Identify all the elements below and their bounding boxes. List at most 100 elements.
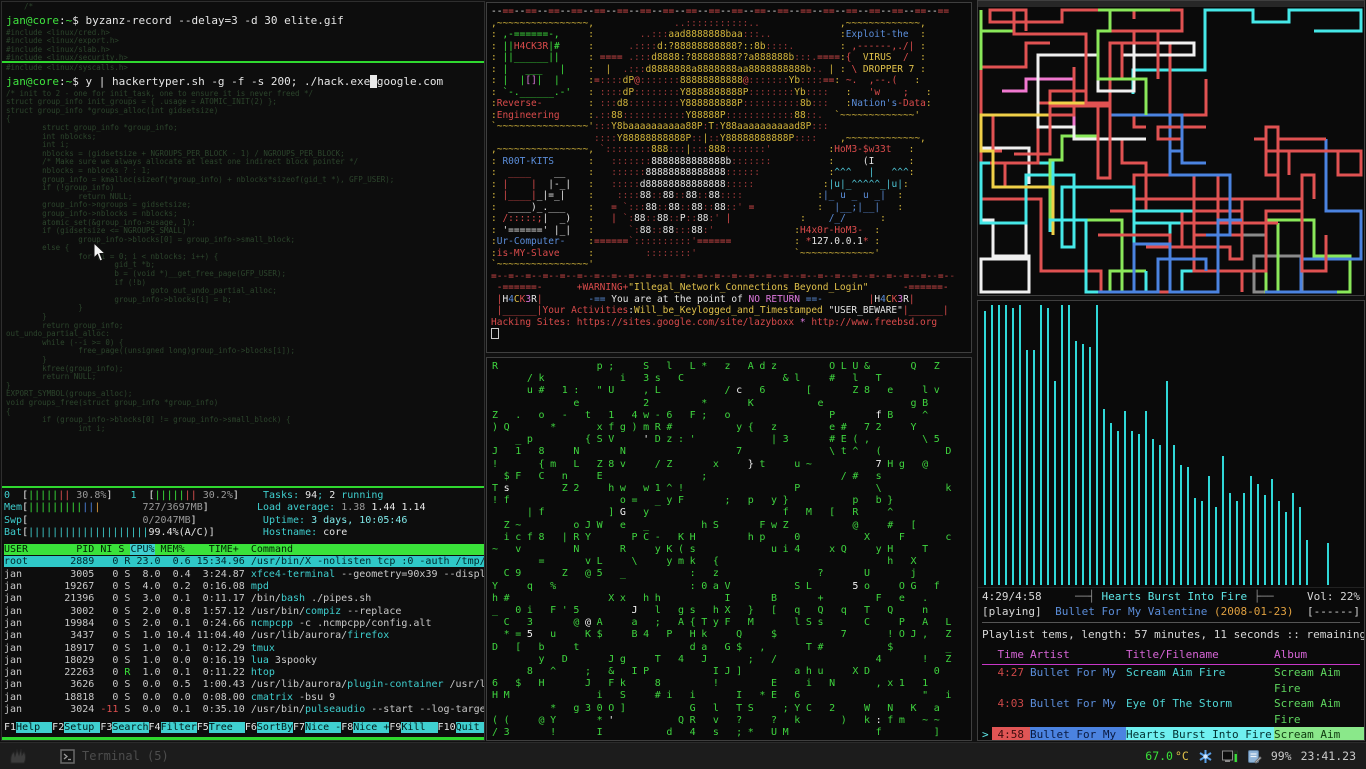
title-deco-right: ├── — [1247, 590, 1274, 603]
song-time: 4:03 — [992, 696, 1030, 727]
track-time: 4:29/4:58 — [982, 589, 1042, 604]
claw-menu-icon[interactable] — [8, 747, 28, 765]
visualizer-bar — [1103, 409, 1105, 585]
selection-cursor — [982, 665, 992, 696]
system-tray: 67.0°C 99% 23:41.23 — [1145, 749, 1356, 764]
system-monitor-tray-icon[interactable] — [1222, 749, 1238, 764]
visualizer-bar — [991, 305, 993, 585]
visualizer-bar — [1124, 411, 1126, 585]
visualizer-bar — [1180, 465, 1182, 585]
visualizer-bar — [1257, 484, 1259, 585]
player-state: [playing] — [982, 604, 1042, 619]
song-album: Scream Aim Fire — [1274, 696, 1364, 727]
clock: 23:41.23 — [1301, 749, 1356, 763]
visualizer-bar — [998, 305, 1000, 585]
shell-pane-main: #include <linux/syscalls.h>jan@core:~$ y… — [6, 64, 484, 484]
track-artist: Bullet For My Valentine — [1055, 605, 1207, 618]
visualizer-bar — [1243, 493, 1245, 585]
track-date: (2008-01-23) — [1214, 605, 1293, 618]
visualizer-bar — [1292, 493, 1294, 585]
playlist-row[interactable]: 4:03Bullet For MyEye Of The StormScream … — [982, 696, 1360, 727]
playlist-stats: Playlist tems, length: 57 minutes, 11 se… — [982, 622, 1360, 645]
window-ascii-art[interactable]: --==--==--==--==--==--==--==--==--==--==… — [486, 2, 972, 353]
visualizer-bar — [1089, 347, 1091, 585]
column-album[interactable]: Album — [1274, 647, 1364, 662]
playlist-row[interactable]: >4:58Bullet For MyHearts Burst Into Fire… — [982, 727, 1360, 741]
visualizer-bar — [1306, 540, 1308, 585]
visualizer-bar — [984, 311, 986, 585]
visualizer-bar — [1005, 305, 1007, 585]
visualizer-bar — [1194, 498, 1196, 585]
song-artist: Bullet For My — [1030, 665, 1126, 696]
volume-bar: [------] — [1307, 604, 1360, 619]
htop-table: USER PID NI S CPU% MEM% TIME+ Command ro… — [4, 544, 484, 716]
visualizer-bar — [1138, 434, 1140, 585]
visualizer-bar — [1131, 431, 1133, 585]
htop-process-rows: root 2889 0 R 23.0 0.6 15:34.96 /usr/bin… — [4, 556, 484, 716]
visualizer-bar — [1047, 308, 1049, 585]
window-cmatrix[interactable]: R p; S l L* z Adz OLU& Q Z /k i 3s C &l … — [486, 357, 972, 741]
song-title: Hearts Burst Into Fire — [1126, 727, 1274, 741]
playlist-row[interactable]: 4:27Bullet For MyScream Aim FireScream A… — [982, 665, 1360, 696]
visualizer-bar — [1096, 305, 1098, 585]
tmux-pane-divider — [2, 737, 484, 740]
visualizer-bar — [1222, 456, 1224, 585]
tmux-pane-divider[interactable] — [2, 486, 484, 488]
selection-cursor — [982, 696, 992, 727]
volume-label: Vol: 22% — [1307, 589, 1360, 604]
cpu-temperature: 67.0 — [1145, 749, 1173, 763]
snowflake-tray-icon[interactable] — [1198, 749, 1213, 764]
playlist-header: Time Artist Title/Filename Album — [982, 645, 1360, 665]
visualizer-bar — [1250, 476, 1252, 585]
selection-cursor: > — [982, 727, 992, 741]
visualizer-bar — [1152, 439, 1154, 585]
track-title: Hearts Burst Into Fire — [1101, 590, 1247, 603]
terminal-icon — [60, 749, 75, 764]
visualizer-bar — [1187, 467, 1189, 585]
song-time: 4:58 — [992, 727, 1030, 741]
visualizer-bar — [1117, 431, 1119, 585]
visualizer-bar — [1271, 479, 1273, 585]
song-time: 4:27 — [992, 665, 1030, 696]
taskbar-app-label: Terminal (5) — [82, 749, 169, 763]
column-title[interactable]: Title/Filename — [1126, 647, 1274, 662]
visualizer-bar — [1110, 423, 1112, 585]
visualizer-bar — [1061, 305, 1063, 585]
taskbar: Terminal (5) 67.0°C 99% 23:41.23 — [0, 742, 1366, 769]
hacker-ascii-art: --==--==--==--==--==--==--==--==--==--==… — [491, 6, 971, 352]
clipboard-tray-icon[interactable] — [1247, 749, 1262, 764]
htop-function-keys[interactable]: F1Help F2Setup F3SearchF4FilterF5Tree F6… — [4, 722, 484, 734]
column-artist[interactable]: Artist — [1030, 647, 1126, 662]
visualizer-bar — [1019, 305, 1021, 585]
temperature-unit: °C — [1175, 749, 1189, 763]
visualizer-bar — [1236, 501, 1238, 585]
column-time[interactable]: Time — [992, 647, 1030, 662]
song-artist: Bullet For My — [1030, 727, 1126, 741]
htop-meters: 0 [||||||| 30.8%] 1 [||||||| 30.2%] Task… — [4, 490, 484, 539]
window-pipes[interactable] — [977, 0, 1365, 296]
mouse-cursor — [93, 242, 107, 263]
visualizer-bar — [1285, 512, 1287, 585]
htop-table-header: USER PID NI S CPU% MEM% TIME+ Command — [4, 544, 484, 556]
visualizer-bar — [1159, 445, 1161, 585]
visualizer-bar — [1082, 344, 1084, 585]
visualizer-bar — [1264, 495, 1266, 585]
visualizer-bar — [1215, 507, 1217, 585]
audio-visualizer — [978, 301, 1364, 588]
tmux-pane-divider[interactable] — [2, 61, 484, 63]
visualizer-bar — [1054, 381, 1056, 585]
window-ncmpcpp[interactable]: 4:29/4:58 ──┤ Hearts Burst Into Fire ├──… — [977, 300, 1365, 741]
visualizer-bar — [1068, 305, 1070, 585]
visualizer-bar — [1012, 308, 1014, 585]
song-artist: Bullet For My — [1030, 696, 1126, 727]
htop-pane: 0 [||||||| 30.8%] 1 [||||||| 30.2%] Task… — [4, 490, 484, 734]
shell-pane-top: /*jan@core:~$ byzanz-record --delay=3 -d… — [6, 3, 484, 61]
visualizer-bar — [1229, 493, 1231, 585]
window-terminal-left[interactable]: /*jan@core:~$ byzanz-record --delay=3 -d… — [1, 1, 485, 741]
visualizer-bar — [1033, 350, 1035, 585]
visualizer-bar — [1327, 543, 1329, 585]
taskbar-app-button[interactable]: Terminal (5) — [54, 747, 175, 766]
visualizer-bar — [1278, 501, 1280, 585]
visualizer-bar — [1145, 411, 1147, 585]
shell-prompt: #include <linux/syscalls.h>jan@core:~$ y… — [6, 64, 484, 88]
